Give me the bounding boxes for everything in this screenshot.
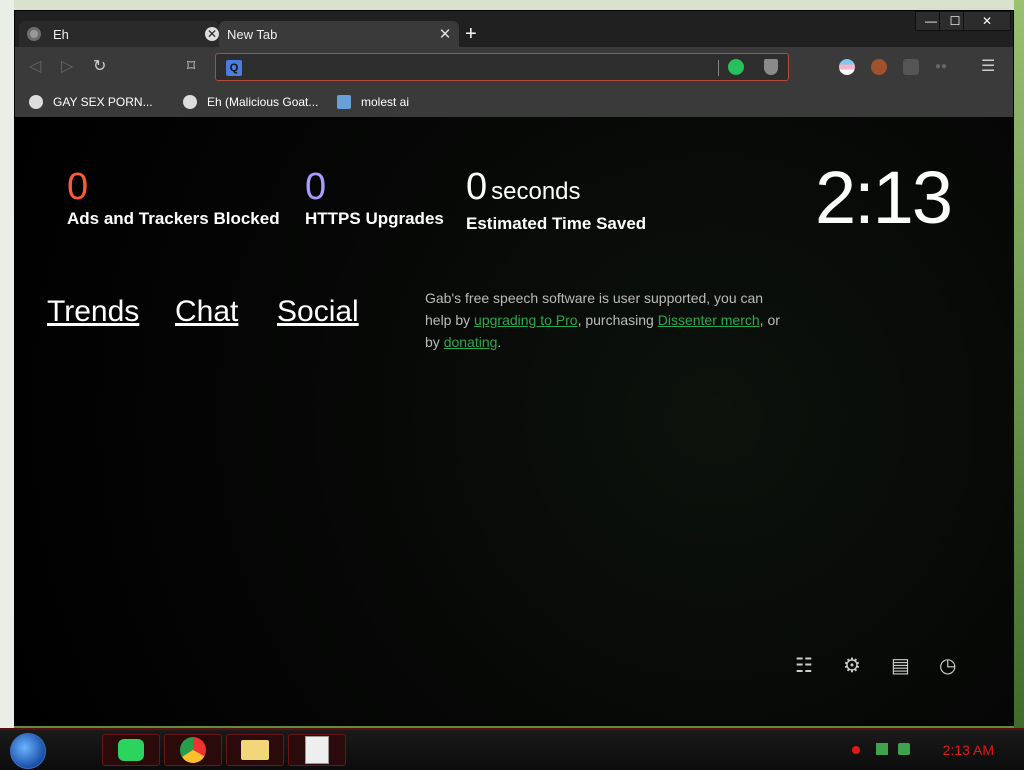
new-tab-page: 0 Ads and Trackers Blocked 0 HTTPS Upgra…: [15, 117, 1013, 725]
stat-time-saved: 0 seconds Estimated Time Saved: [466, 167, 646, 234]
stat-label: Estimated Time Saved: [466, 214, 647, 233]
gab-support-message: Gab's free speech software is user suppo…: [425, 287, 785, 353]
divider: [718, 60, 719, 76]
globe-icon: [183, 95, 197, 109]
chat-extension-icon[interactable]: [728, 59, 744, 75]
desktop-left-strip: [0, 0, 14, 728]
volume-icon[interactable]: [898, 743, 910, 755]
bookmark-item[interactable]: GAY SEX PORN...: [29, 95, 153, 109]
stat-value: 0: [305, 166, 327, 208]
bookmarks-bar: GAY SEX PORN... Eh (Malicious Goat... mo…: [15, 89, 1013, 117]
taskbar: 2:13 AM: [0, 728, 1024, 770]
close-icon[interactable]: ✕: [205, 27, 219, 41]
stat-https-upgrades: 0 HTTPS Upgrades: [305, 167, 444, 229]
reload-icon[interactable]: ↻: [93, 58, 106, 76]
alert-icon[interactable]: [852, 746, 860, 754]
back-icon[interactable]: ◁: [29, 58, 41, 76]
forward-icon[interactable]: ▷: [61, 58, 73, 76]
chat-link[interactable]: Chat: [175, 295, 238, 329]
gab-text: , purchasing: [577, 312, 658, 328]
ghost-icon: [29, 95, 43, 109]
tab-title: Eh: [53, 26, 69, 42]
history-icon[interactable]: ◷: [939, 653, 956, 678]
trends-link[interactable]: Trends: [47, 295, 139, 329]
flag-extension-icon[interactable]: [839, 59, 855, 75]
bookmark-label: molest ai: [361, 95, 410, 109]
network-icon[interactable]: [876, 743, 888, 755]
stat-label: HTTPS Upgrades: [305, 209, 444, 228]
donating-link[interactable]: donating: [444, 334, 498, 350]
folder-icon[interactable]: [226, 734, 284, 766]
new-tab-button[interactable]: +: [465, 23, 477, 45]
address-bar[interactable]: Q: [215, 53, 789, 81]
bookmark-item[interactable]: molest ai: [337, 95, 409, 109]
desktop-right-strip: [1014, 0, 1024, 728]
close-icon[interactable]: ✕: [435, 25, 455, 43]
chat-app-icon[interactable]: [102, 734, 160, 766]
globe-icon: [27, 27, 41, 41]
upgrade-pro-link[interactable]: upgrading to Pro: [474, 312, 578, 328]
address-input[interactable]: [248, 57, 712, 79]
chrome-icon[interactable]: [164, 734, 222, 766]
tab-eh[interactable]: Eh ✕: [19, 21, 219, 47]
close-window-button[interactable]: ✕: [963, 11, 1011, 31]
bookmarks-icon[interactable]: ▤: [891, 653, 910, 678]
bookmark-label: GAY SEX PORN...: [53, 95, 153, 109]
stat-value: 0: [466, 166, 488, 208]
browser-window: Eh ✕ New Tab ✕ + — ☐ ✕ ◁ ▷ ↻ ⌑ Q ●● ☰ GA…: [14, 10, 1014, 726]
page-icon: [337, 95, 351, 109]
document-icon[interactable]: [288, 734, 346, 766]
tab-title: New Tab: [227, 26, 278, 42]
social-link[interactable]: Social: [277, 295, 359, 329]
dissenter-merch-link[interactable]: Dissenter merch: [658, 312, 760, 328]
bookmark-icon[interactable]: ⌑: [187, 58, 195, 76]
menu-icon[interactable]: ☰: [981, 58, 995, 76]
stat-label: Ads and Trackers Blocked: [67, 209, 280, 228]
avatar[interactable]: [871, 59, 887, 75]
stat-ads-blocked: 0 Ads and Trackers Blocked: [67, 167, 280, 229]
gab-text: .: [497, 334, 502, 350]
title-bar: Eh ✕ New Tab ✕ + — ☐ ✕: [15, 11, 1013, 47]
start-button[interactable]: [10, 733, 46, 769]
bookmark-label: Eh (Malicious Goat...: [207, 95, 319, 109]
stat-unit: seconds: [491, 178, 581, 205]
tab-new-tab[interactable]: New Tab ✕: [219, 21, 459, 47]
clock: 2:13: [814, 156, 953, 239]
extension-icon[interactable]: ●●: [935, 58, 947, 76]
sliders-icon[interactable]: ☷: [795, 653, 813, 678]
stat-value: 0: [67, 166, 89, 208]
ublock-icon[interactable]: [903, 59, 919, 75]
search-engine-icon[interactable]: Q: [226, 60, 242, 76]
gear-icon[interactable]: ⚙: [843, 653, 861, 678]
taskbar-clock[interactable]: 2:13 AM: [943, 742, 994, 758]
toolbar: ◁ ▷ ↻ ⌑ Q ●● ☰: [15, 47, 1013, 89]
stat-value-row: 0 seconds: [466, 167, 646, 212]
shield-icon[interactable]: [764, 59, 778, 75]
bookmark-item[interactable]: Eh (Malicious Goat...: [183, 95, 318, 109]
